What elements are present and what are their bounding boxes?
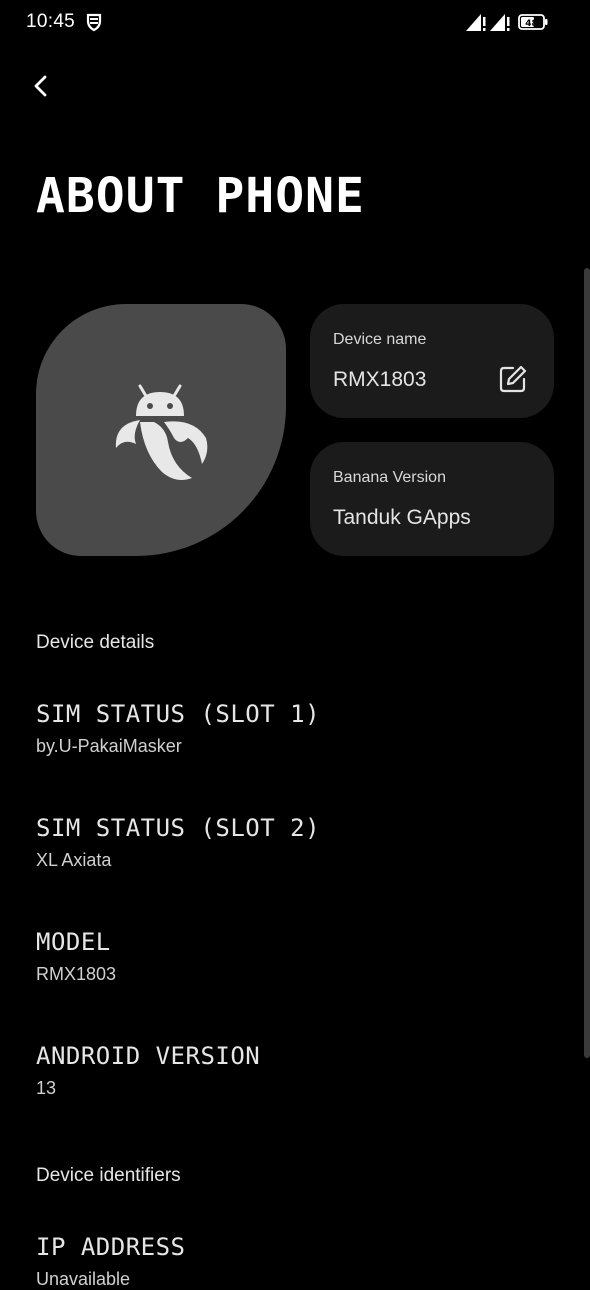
scrollbar[interactable]: [584, 268, 590, 1058]
list-item-sim-status-slot-2[interactable]: SIM STATUS (SLOT 2) XL Axiata: [36, 814, 556, 871]
banana-version-label: Banana Version: [333, 469, 446, 486]
device-name-value: RMX1803: [333, 368, 427, 391]
status-time: 10:45: [26, 11, 76, 32]
list-item-subtitle: RMX1803: [36, 964, 117, 984]
page-title: ABOUT PHONE: [36, 168, 365, 224]
list-item-title: SIM STATUS (SLOT 1): [36, 700, 321, 728]
banana-version-card[interactable]: Banana Version Tanduk GApps: [310, 442, 554, 556]
edit-icon[interactable]: [498, 364, 528, 394]
battery-icon: 48: [518, 14, 548, 30]
section-header-device-details: Device details: [36, 632, 155, 653]
shield-vpn-icon: [86, 13, 102, 32]
list-item-title: SIM STATUS (SLOT 2): [36, 814, 321, 842]
signal-sim2-icon: [490, 14, 510, 31]
list-item-sim-status-slot-1[interactable]: SIM STATUS (SLOT 1) by.U-PakaiMasker: [36, 700, 556, 757]
list-item-model[interactable]: MODEL RMX1803: [36, 928, 556, 985]
chevron-left-icon: [34, 75, 47, 97]
list-item-title: MODEL: [36, 928, 111, 956]
list-item-subtitle: XL Axiata: [36, 850, 112, 870]
device-name-label: Device name: [333, 331, 427, 348]
device-name-card[interactable]: Device name RMX1803: [310, 304, 554, 418]
list-item-subtitle: by.U-PakaiMasker: [36, 736, 182, 756]
list-item-subtitle: 13: [36, 1078, 57, 1098]
section-header-device-identifiers: Device identifiers: [36, 1165, 181, 1186]
list-item-title: IP ADDRESS: [36, 1233, 186, 1261]
list-item-android-version[interactable]: ANDROID VERSION 13: [36, 1042, 556, 1099]
list-item-title: ANDROID VERSION: [36, 1042, 261, 1070]
list-item-ip-address[interactable]: IP ADDRESS Unavailable: [36, 1233, 556, 1290]
status-bar: 10:45 48: [0, 0, 590, 46]
signal-sim1-icon: [466, 14, 486, 31]
back-button[interactable]: [26, 70, 58, 102]
banana-version-value: Tanduk GApps: [333, 506, 471, 529]
hero-logo-tile: [36, 304, 286, 556]
battery-level: 48: [525, 19, 538, 29]
banana-android-logo-icon: [115, 384, 208, 480]
